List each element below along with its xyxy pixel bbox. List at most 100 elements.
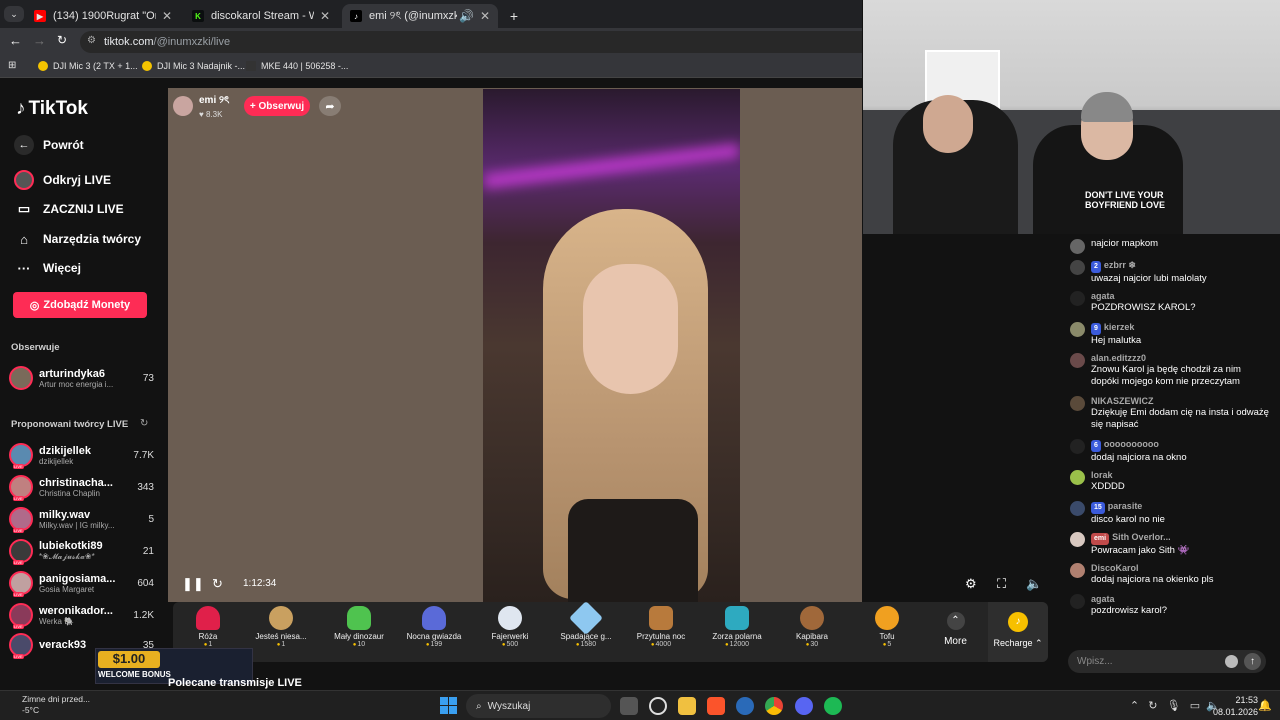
gift-item[interactable]: Zorza polarna12000 bbox=[697, 606, 777, 648]
nav-discover-live[interactable]: Odkryj LIVE bbox=[14, 170, 111, 190]
get-coins-button[interactable]: ◎ Zdobądź Monety bbox=[13, 292, 147, 318]
suggested-creator[interactable]: LIVE dzikijellek dzikijellek 7.7K bbox=[9, 441, 154, 469]
bookmark-3[interactable]: MKE 440 | 506258 -... bbox=[246, 61, 348, 71]
chat-username[interactable]: Sith Overlor... bbox=[1112, 532, 1171, 542]
gift-item[interactable]: Nocna gwiazda199 bbox=[394, 606, 474, 648]
gift-item[interactable]: Jesteś niesa...1 bbox=[241, 606, 321, 648]
chat-message[interactable]: NIKASZEWICZ Dziękuję Emi dodam cię na ins… bbox=[1070, 395, 1270, 431]
pause-icon[interactable]: ❚❚ bbox=[182, 576, 204, 592]
chat-username[interactable]: agata bbox=[1091, 290, 1270, 302]
tab-search-button[interactable]: ⌄ bbox=[4, 6, 24, 22]
streamer-info[interactable]: emi ୨ৎ ♥ 8.3K bbox=[173, 95, 229, 119]
system-tray[interactable]: ⌃ ↻ 🎙 ▭ 🔈 bbox=[1130, 699, 1220, 712]
new-tab-button[interactable]: + bbox=[504, 4, 524, 28]
edge-icon[interactable] bbox=[736, 697, 754, 715]
bookmark-1[interactable]: DJI Mic 3 (2 TX + 1... bbox=[38, 61, 138, 71]
chat-username[interactable]: oooooooooo bbox=[1104, 439, 1159, 449]
chat-message[interactable]: DiscoKarol dodaj najciora na okienko pls bbox=[1070, 562, 1270, 586]
chat-username[interactable]: alan.editzzz0 bbox=[1091, 352, 1270, 364]
weather-widget[interactable]: Zimne dni przed... -5°C bbox=[22, 694, 90, 716]
bookmark-2[interactable]: DJI Mic 3 Nadajnik -... bbox=[142, 61, 245, 71]
send-icon[interactable]: ↑ bbox=[1244, 653, 1261, 670]
fullscreen-icon[interactable]: ⛶ bbox=[997, 576, 1006, 592]
recharge-button[interactable]: ♪ Recharge ⌃ bbox=[988, 602, 1048, 662]
chat-message[interactable]: 9 kierzek Hej malutka bbox=[1070, 321, 1270, 347]
microphone-icon[interactable]: 🎙 bbox=[1167, 700, 1181, 712]
discord-icon[interactable] bbox=[795, 697, 813, 715]
chrome-icon[interactable] bbox=[765, 697, 783, 715]
nav-start-live[interactable]: ▭ ZACZNIJ LIVE bbox=[14, 199, 124, 219]
gift-item[interactable]: Róża1 bbox=[168, 606, 248, 648]
reload-icon[interactable]: ↻ bbox=[57, 33, 67, 47]
tab-kick[interactable]: K discokarol Stream - Watch Live ✕ bbox=[184, 4, 338, 28]
chat-message[interactable]: najcior mapkom bbox=[1070, 238, 1270, 254]
chat-username[interactable]: ezbrr ❄ bbox=[1104, 260, 1136, 270]
suggested-creator[interactable]: LIVE panigosiama... Gosia Margaret 604 bbox=[9, 569, 154, 597]
chat-message[interactable]: 6 oooooooooo dodaj najciora na okno bbox=[1070, 438, 1270, 464]
volume-icon[interactable]: 🔈 bbox=[1026, 576, 1042, 592]
chat-message[interactable]: lorak XDDDD bbox=[1070, 469, 1270, 493]
gift-item[interactable]: Spadające g...1580 bbox=[546, 601, 626, 648]
suggested-creator[interactable]: LIVE christinacha... Christina Chaplin 343 bbox=[9, 473, 154, 501]
close-icon[interactable]: ✕ bbox=[162, 9, 172, 23]
taskbar-clock[interactable]: 21:53 08.01.2026 bbox=[1213, 694, 1258, 718]
gift-item[interactable]: Przytulna noc4000 bbox=[621, 606, 701, 648]
share-icon[interactable]: ➦ bbox=[319, 96, 341, 116]
close-icon[interactable]: ✕ bbox=[320, 9, 330, 23]
apps-grid-icon[interactable]: ⊞ bbox=[8, 60, 16, 71]
tiktok-logo[interactable]: ♪ TikTok bbox=[16, 98, 88, 120]
suggested-creator[interactable]: LIVE milky.wav Milky.wav | IG milky... 5 bbox=[9, 505, 154, 533]
gift-item[interactable]: Tofu5 bbox=[847, 606, 927, 648]
suggested-creator[interactable]: LIVE lubiekotki89 *❀𝓜𝓪𝓳𝓾𝓼𝓴𝓪❀* 21 bbox=[9, 537, 154, 565]
gift-item[interactable]: Kapibara30 bbox=[772, 606, 852, 648]
site-info-icon[interactable]: ⚙ bbox=[87, 35, 96, 46]
file-explorer-icon[interactable] bbox=[678, 697, 696, 715]
settings-icon[interactable]: ⚙ bbox=[965, 576, 977, 592]
sync-icon[interactable]: ↻ bbox=[1148, 700, 1157, 712]
chat-username[interactable]: DiscoKarol bbox=[1091, 562, 1270, 574]
back-button[interactable]: ← Powrót bbox=[14, 135, 84, 155]
reload-icon[interactable]: ↻ bbox=[212, 576, 223, 592]
chevron-up-icon[interactable]: ⌃ bbox=[1130, 700, 1139, 712]
task-view-icon[interactable] bbox=[620, 697, 638, 715]
close-icon[interactable]: ✕ bbox=[480, 9, 490, 23]
chat-message[interactable]: emi Sith Overlor... Powracam jako Sith 👾 bbox=[1070, 531, 1270, 557]
gift-item[interactable]: Fajerwerki500 bbox=[470, 606, 550, 648]
tab-tiktok[interactable]: ♪ emi ୨ৎ (@inumxzki) prowadz 🔊 ✕ bbox=[342, 4, 498, 28]
github-icon[interactable] bbox=[649, 697, 667, 715]
chat-message[interactable]: alan.editzzz0 Znowu Karol ja będę chodził… bbox=[1070, 352, 1270, 388]
chat-username[interactable]: kierzek bbox=[1104, 322, 1135, 332]
chat-message[interactable]: agata POZDROWISZ KAROL? bbox=[1070, 290, 1270, 314]
chat-username[interactable]: parasite bbox=[1108, 501, 1143, 511]
nav-creator-tools[interactable]: ⌂ Narzędzia twórcy bbox=[14, 229, 141, 249]
url-bar[interactable]: ⚙ tiktok.com/@inumxzki/live bbox=[80, 31, 862, 53]
more-gifts-button[interactable]: ⌃ More bbox=[943, 612, 968, 647]
chat-message[interactable]: 15 parasite disco karol no nie bbox=[1070, 500, 1270, 526]
chat-message[interactable]: agata pozdrowisz karol? bbox=[1070, 593, 1270, 617]
gift-item[interactable]: Mały dinozaur10 bbox=[319, 606, 399, 648]
chat-input[interactable]: Wpisz... ↑ bbox=[1068, 650, 1266, 673]
chat-username[interactable]: NIKASZEWICZ bbox=[1091, 395, 1270, 407]
windows-start-icon[interactable] bbox=[440, 697, 457, 714]
emoji-icon[interactable] bbox=[1225, 655, 1238, 668]
forward-arrow-icon[interactable]: → bbox=[33, 33, 46, 48]
suggested-creator[interactable]: LIVE weronikador... Werka 🐘 1.2K bbox=[9, 601, 154, 629]
speaker-icon[interactable]: 🔊 bbox=[459, 9, 474, 23]
taskbar-search[interactable]: ⌕ Wyszukaj bbox=[466, 694, 611, 718]
refresh-icon[interactable]: ↻ bbox=[140, 418, 148, 429]
following-creator[interactable]: arturindyka6 Artur moc energia i... 73 bbox=[9, 364, 154, 392]
back-arrow-icon[interactable]: ← bbox=[9, 33, 22, 48]
network-icon[interactable]: ▭ bbox=[1190, 700, 1200, 712]
follow-button[interactable]: + Obserwuj bbox=[244, 96, 310, 116]
chat-username[interactable]: lorak bbox=[1091, 469, 1270, 481]
live-video[interactable] bbox=[483, 89, 740, 602]
brave-icon[interactable] bbox=[707, 697, 725, 715]
nav-more[interactable]: ··· Więcej bbox=[14, 258, 81, 278]
spotify-icon[interactable] bbox=[824, 697, 842, 715]
viewer-count: 73 bbox=[142, 372, 154, 384]
chat-username[interactable]: agata bbox=[1091, 593, 1270, 605]
tab-youtube[interactable]: ▶ (134) 1900Rugrat "One Take Fre ✕ bbox=[26, 4, 180, 28]
notification-bell-icon[interactable]: 🔔 bbox=[1258, 699, 1272, 712]
streamer-avatar[interactable] bbox=[173, 96, 193, 116]
chat-message[interactable]: 2 ezbrr ❄ uwazaj najcior lubi malolaty bbox=[1070, 259, 1270, 285]
